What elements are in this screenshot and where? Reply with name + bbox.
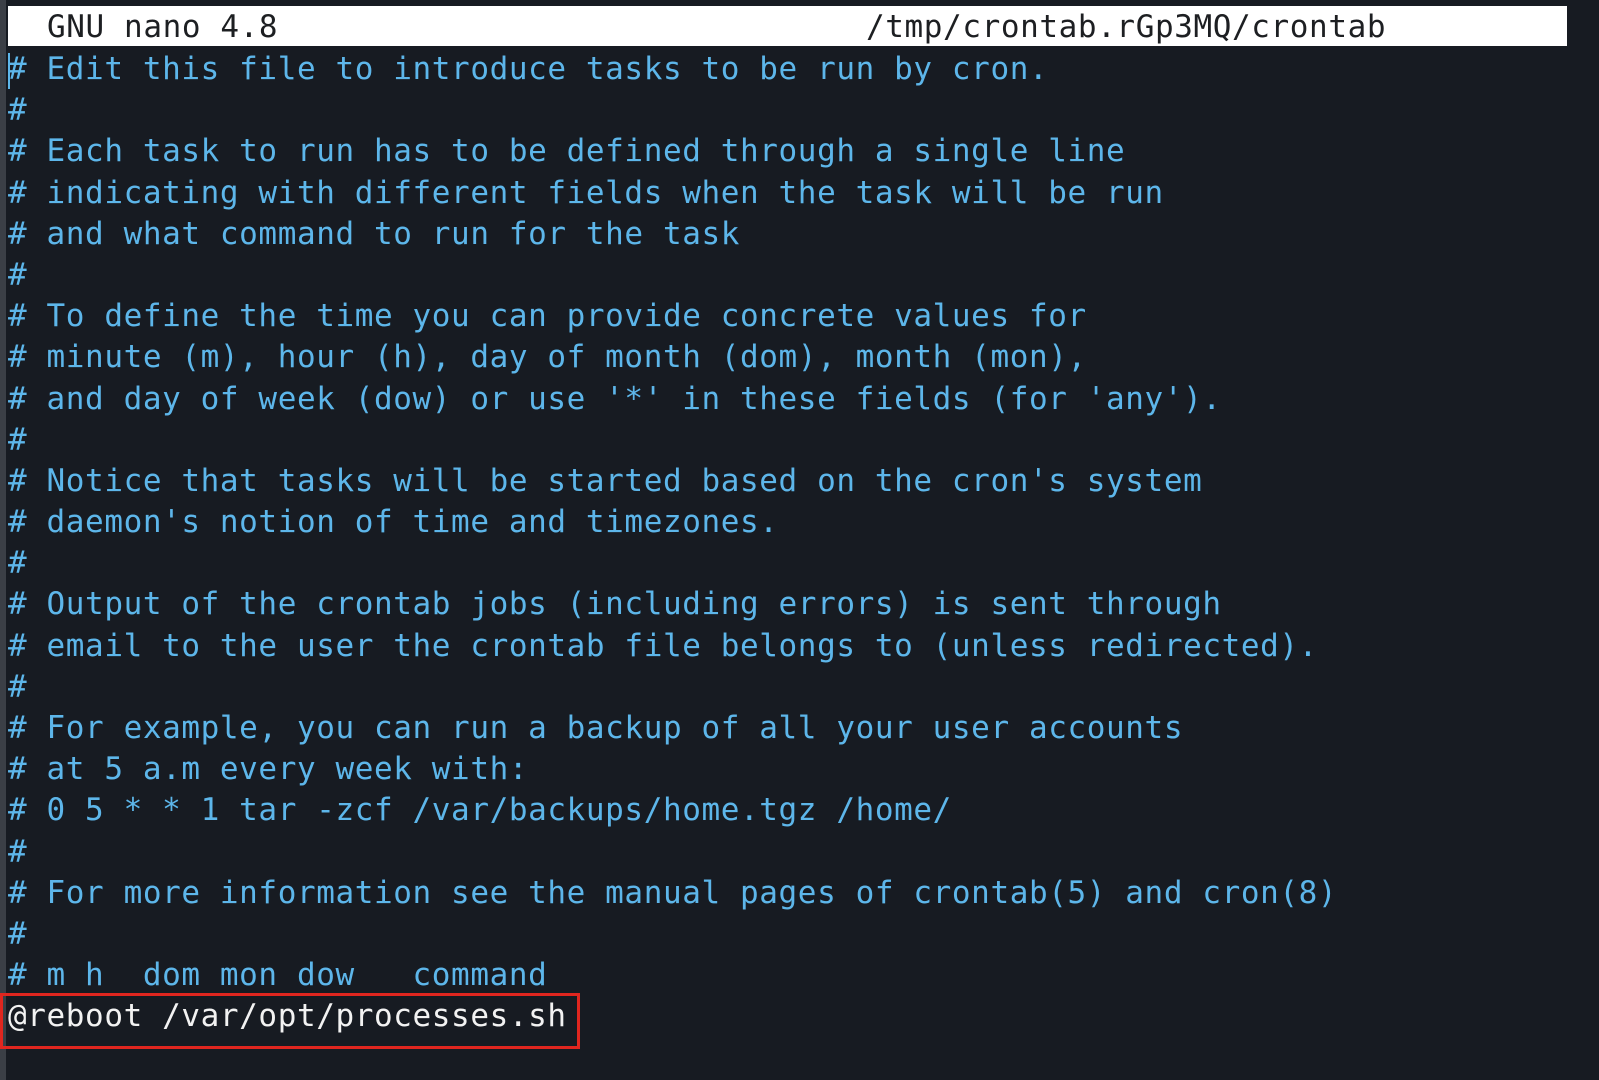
editor-line[interactable]: # minute (m), hour (h), day of month (do… [8, 337, 1568, 378]
editor-line[interactable]: # and day of week (dow) or use '*' in th… [8, 379, 1568, 420]
editor-line[interactable]: # [8, 420, 1568, 461]
editor-line[interactable]: # For more information see the manual pa… [8, 873, 1568, 914]
text-cursor [8, 53, 10, 89]
editor-line[interactable]: # For example, you can run a backup of a… [8, 708, 1568, 749]
editor-line[interactable]: # Each task to run has to be defined thr… [8, 131, 1568, 172]
editor-line[interactable]: # [8, 255, 1568, 296]
terminal-window: GNU nano 4.8 /tmp/crontab.rGp3MQ/crontab… [0, 0, 1599, 1080]
editor-line[interactable]: # [8, 914, 1568, 955]
editor-line[interactable]: # Edit this file to introduce tasks to b… [8, 49, 1568, 90]
editor-line[interactable]: # [8, 667, 1568, 708]
editor-line[interactable]: # m h dom mon dow command [8, 955, 1568, 996]
cron-entry-line[interactable]: @reboot /var/opt/processes.sh [8, 996, 1568, 1037]
editor-line[interactable]: # at 5 a.m every week with: [8, 749, 1568, 790]
editor-line[interactable]: # [8, 543, 1568, 584]
editor-line[interactable]: # 0 5 * * 1 tar -zcf /var/backups/home.t… [8, 790, 1568, 831]
text-editor-area[interactable]: # Edit this file to introduce tasks to b… [8, 49, 1568, 1038]
editor-line[interactable]: # indicating with different fields when … [8, 173, 1568, 214]
editor-line[interactable]: # Notice that tasks will be started base… [8, 461, 1568, 502]
file-path-label: /tmp/crontab.rGp3MQ/crontab [866, 9, 1387, 45]
window-left-border [0, 0, 6, 1080]
editor-version-label: GNU nano 4.8 [47, 9, 279, 45]
editor-line[interactable]: # [8, 90, 1568, 131]
nano-titlebar: GNU nano 4.8 /tmp/crontab.rGp3MQ/crontab [8, 6, 1599, 46]
editor-line[interactable]: # and what command to run for the task [8, 214, 1568, 255]
window-right-edge [1567, 0, 1599, 1080]
editor-line[interactable]: # email to the user the crontab file bel… [8, 626, 1568, 667]
editor-line[interactable]: # [8, 832, 1568, 873]
editor-line[interactable]: # To define the time you can provide con… [8, 296, 1568, 337]
editor-line[interactable]: # Output of the crontab jobs (including … [8, 584, 1568, 625]
editor-line[interactable]: # daemon's notion of time and timezones. [8, 502, 1568, 543]
